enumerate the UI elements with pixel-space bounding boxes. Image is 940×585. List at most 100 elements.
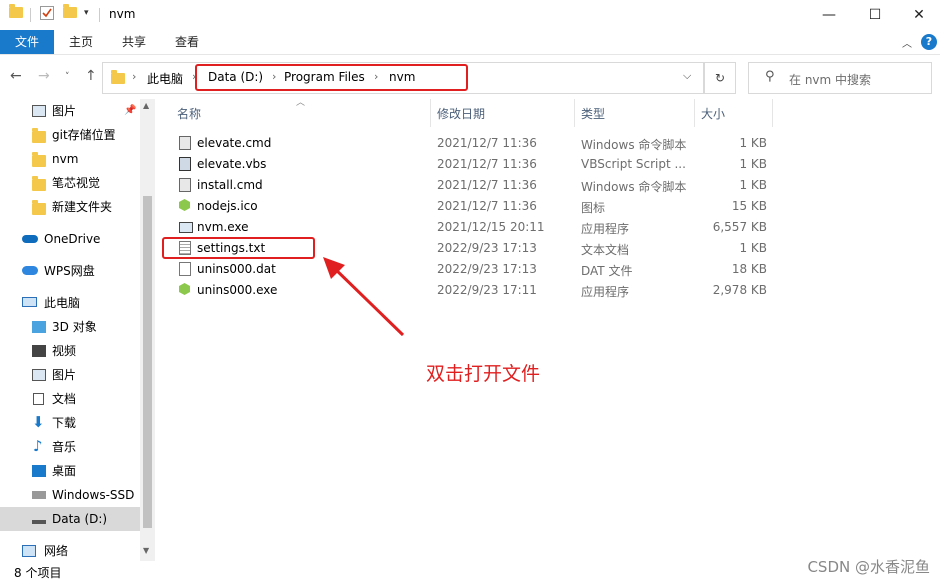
properties-icon[interactable] [40,6,54,20]
customize-toolbar-icon[interactable]: ▾ [84,8,89,18]
status-bar: 8 个项目 [0,561,940,585]
sidebar-item-label: 笔芯视觉 [52,176,101,190]
sidebar-item-label: 新建文件夹 [52,200,113,214]
tab-file[interactable]: 文件 [0,30,54,54]
folder-icon [32,176,46,191]
file-type: VBScript Script ... [581,157,686,171]
maximize-button[interactable]: ☐ [852,0,898,30]
sidebar-item-bixin[interactable]: 笔芯视觉 [0,171,140,195]
sidebar-item-network[interactable]: 网络 [0,539,140,563]
sidebar-item-this-pc[interactable]: 此电脑 [0,291,140,315]
file-row[interactable]: nvm.exe 2021/12/15 20:11 应用程序 6,557 KB [160,217,940,238]
column-header-type[interactable]: 类型 [581,105,605,122]
search-icon: ⚲ [765,69,775,84]
drive-icon [32,491,46,499]
address-dropdown-icon[interactable]: ⌵ [683,69,691,83]
sidebar-item-new-folder[interactable]: 新建文件夹 [0,195,140,219]
sidebar-item-video[interactable]: 视频 [0,339,140,363]
watermark: CSDN @水香泥鱼 [807,558,930,576]
file-row[interactable]: nodejs.ico 2021/12/7 11:36 图标 15 KB [160,196,940,217]
file-type: 图标 [581,201,606,215]
file-name: nvm.exe [197,220,249,234]
column-divider[interactable] [574,99,575,127]
refresh-icon[interactable]: ↻ [704,62,736,94]
nodejs-icon [179,199,190,211]
settings-highlight-box [162,237,315,259]
sidebar-item-music[interactable]: ♪ 音乐 [0,435,140,459]
sidebar-item-nvm[interactable]: nvm [0,147,140,171]
file-size: 1 KB [739,178,767,192]
ribbon-tabs: 文件 主页 共享 查看 ︿ ? [0,30,940,55]
file-size: 1 KB [739,241,767,255]
cmd-file-icon [179,136,191,150]
download-icon: ⬇ [32,413,45,431]
sidebar-item-label: nvm [52,152,79,166]
up-icon[interactable]: ↑ [85,68,97,84]
file-date: 2021/12/7 11:36 [437,178,537,192]
back-icon[interactable]: ← [10,68,22,84]
sidebar-item-git[interactable]: git存储位置 [0,123,140,147]
close-button[interactable]: ✕ [896,0,940,30]
column-header-name[interactable]: 名称 [177,105,201,122]
sidebar-item-documents[interactable]: 文档 [0,387,140,411]
sidebar-item-label: 视频 [52,344,77,358]
pin-icon[interactable]: 📌 [124,99,136,123]
column-header-size[interactable]: 大小 [701,105,725,122]
sidebar-item-3d[interactable]: 3D 对象 [0,315,140,339]
file-name: unins000.exe [197,283,278,297]
annotation-arrow-icon [323,257,405,337]
desktop-icon [32,465,46,477]
folder-icon [32,128,46,143]
file-type: 应用程序 [581,222,630,236]
forward-icon[interactable]: → [38,68,50,84]
column-divider[interactable] [772,99,773,127]
new-folder-icon[interactable] [63,4,77,18]
minimize-button[interactable]: — [806,0,852,30]
sidebar-item-label: OneDrive [44,232,101,246]
sidebar-item-pictures-pinned[interactable]: 图片 📌 [0,99,140,123]
file-name: elevate.vbs [197,157,267,171]
divider [99,8,100,22]
column-header-date[interactable]: 修改日期 [437,105,485,122]
breadcrumb-this-pc[interactable]: 此电脑 [147,70,183,87]
file-row[interactable]: elevate.vbs 2021/12/7 11:36 VBScript Scr… [160,154,940,175]
scroll-down-icon[interactable]: ▼ [143,546,149,555]
sidebar-item-label: git存储位置 [52,128,116,142]
file-row[interactable]: install.cmd 2021/12/7 11:36 Windows 命令脚本… [160,175,940,196]
title-bar: ▾ nvm — ☐ ✕ [0,0,940,30]
search-input[interactable]: ⚲ 在 nvm 中搜索 [748,62,932,94]
item-count: 8 个项目 [14,566,62,580]
recent-locations-icon[interactable]: ˅ [65,72,70,82]
file-date: 2022/9/23 17:11 [437,283,537,297]
file-type: DAT 文件 [581,264,633,278]
column-divider[interactable] [694,99,695,127]
sidebar-item-desktop[interactable]: 桌面 [0,459,140,483]
scroll-up-icon[interactable]: ▲ [143,101,149,110]
sidebar-item-windows-ssd[interactable]: Windows-SSD [0,483,140,507]
folder-icon [32,200,46,215]
ribbon-expand-icon[interactable]: ︿ [902,35,912,50]
sidebar-item-label: 图片 [52,104,77,118]
tab-view[interactable]: 查看 [163,30,211,54]
sidebar-item-downloads[interactable]: ⬇ 下载 [0,411,140,435]
folder-icon [111,70,125,84]
sidebar-item-data-d[interactable]: Data (D:) [0,507,140,531]
sidebar-scrollbar-thumb[interactable] [143,196,152,528]
column-divider[interactable] [430,99,431,127]
annotation-text: 双击打开文件 [426,363,541,385]
tab-home[interactable]: 主页 [57,30,105,54]
file-row[interactable]: unins000.exe 2022/9/23 17:11 应用程序 2,978 … [160,280,940,301]
chevron-right-icon[interactable]: › [132,70,136,83]
help-icon[interactable]: ? [921,34,937,50]
file-date: 2021/12/7 11:36 [437,199,537,213]
sort-ascending-icon: ︿ [296,98,306,108]
sidebar-item-pictures[interactable]: 图片 [0,363,140,387]
documents-icon [33,393,44,405]
file-row[interactable]: elevate.cmd 2021/12/7 11:36 Windows 命令脚本… [160,133,940,154]
tab-share[interactable]: 共享 [110,30,158,54]
file-size: 1 KB [739,157,767,171]
sidebar-item-wps[interactable]: WPS网盘 [0,259,140,283]
sidebar-item-onedrive[interactable]: OneDrive [0,227,140,251]
3d-objects-icon [32,321,46,333]
file-row[interactable]: unins000.dat 2022/9/23 17:13 DAT 文件 18 K… [160,259,940,280]
